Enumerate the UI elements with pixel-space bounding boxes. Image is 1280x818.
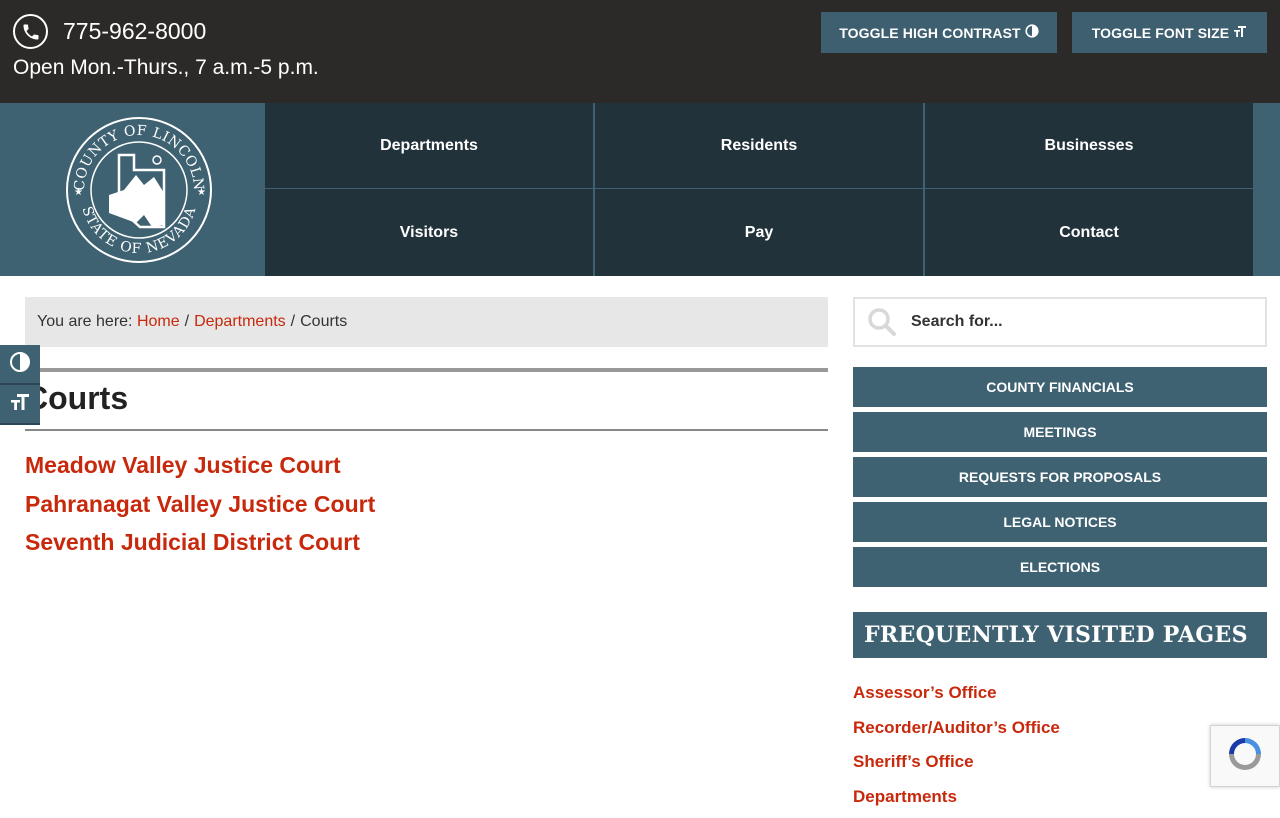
county-financials-button[interactable]: COUNTY FINANCIALS <box>853 367 1267 407</box>
contrast-icon <box>9 351 31 378</box>
fv-link-departments[interactable]: Departments <box>853 784 1060 818</box>
toggle-high-contrast-label: TOGGLE HIGH CONTRAST <box>839 25 1020 41</box>
court-link-pahranagat-valley[interactable]: Pahranagat Valley Justice Court <box>25 489 375 528</box>
nav-item-departments[interactable]: Departments <box>265 103 595 189</box>
court-link-seventh-judicial[interactable]: Seventh Judicial District Court <box>25 527 375 566</box>
recaptcha-badge[interactable] <box>1210 725 1280 787</box>
toggle-font-size-label: TOGGLE FONT SIZE <box>1092 25 1229 41</box>
title-divider-top <box>25 368 828 372</box>
search-input[interactable] <box>911 313 1241 331</box>
side-contrast-toggle[interactable] <box>0 345 40 385</box>
nav-item-contact[interactable]: Contact <box>925 189 1253 276</box>
nav-item-businesses[interactable]: Businesses <box>925 103 1253 189</box>
county-seal-logo[interactable]: COUNTY OF LINCOLN STATE OF NEVADA ★ ★ <box>64 115 214 265</box>
top-bar: 775-962-8000 Open Mon.-Thurs., 7 a.m.-5 … <box>0 0 1280 103</box>
svg-text:★: ★ <box>197 187 206 198</box>
frequently-visited-heading: FREQUENTLY VISITED PAGES <box>853 612 1267 658</box>
side-font-size-toggle[interactable] <box>0 385 40 425</box>
toggle-font-size-button[interactable]: TOGGLE FONT SIZE <box>1072 12 1267 53</box>
svg-text:★: ★ <box>74 187 83 198</box>
page-title: Courts <box>25 380 128 417</box>
court-list: Meadow Valley Justice Court Pahranagat V… <box>25 450 375 566</box>
breadcrumb-prefix: You are here: <box>37 313 132 331</box>
title-divider-bottom <box>25 429 828 431</box>
breadcrumb-home-link[interactable]: Home <box>137 313 180 331</box>
search-box <box>853 297 1267 347</box>
site-header: COUNTY OF LINCOLN STATE OF NEVADA ★ ★ De… <box>0 103 1280 276</box>
meetings-button[interactable]: MEETINGS <box>853 412 1267 452</box>
frequently-visited-list: Assessor’s Office Recorder/Auditor’s Off… <box>853 680 1060 818</box>
breadcrumb: You are here: Home / Departments / Court… <box>25 297 828 347</box>
font-size-icon <box>1233 24 1247 41</box>
breadcrumb-current: Courts <box>300 313 347 331</box>
breadcrumb-departments-link[interactable]: Departments <box>194 313 286 331</box>
court-link-meadow-valley[interactable]: Meadow Valley Justice Court <box>25 450 375 489</box>
phone-icon <box>13 14 48 49</box>
recaptcha-icon <box>1223 732 1267 781</box>
legal-notices-button[interactable]: LEGAL NOTICES <box>853 502 1267 542</box>
nav-item-pay[interactable]: Pay <box>595 189 925 276</box>
nav-item-visitors[interactable]: Visitors <box>265 189 595 276</box>
requests-for-proposals-button[interactable]: REQUESTS FOR PROPOSALS <box>853 457 1267 497</box>
breadcrumb-separator: / <box>291 313 295 331</box>
search-icon <box>867 307 897 337</box>
nav-item-residents[interactable]: Residents <box>595 103 925 189</box>
office-hours: Open Mon.-Thurs., 7 a.m.-5 p.m. <box>13 56 319 80</box>
fv-link-recorder-auditor[interactable]: Recorder/Auditor’s Office <box>853 715 1060 750</box>
phone-row[interactable]: 775-962-8000 <box>13 14 206 49</box>
elections-button[interactable]: ELECTIONS <box>853 547 1267 587</box>
fv-link-sheriff[interactable]: Sheriff’s Office <box>853 749 1060 784</box>
contrast-icon <box>1025 24 1039 41</box>
main-nav: Departments Residents Businesses Visitor… <box>265 103 1253 276</box>
breadcrumb-separator: / <box>185 313 189 331</box>
fv-link-assessor[interactable]: Assessor’s Office <box>853 680 1060 715</box>
toggle-high-contrast-button[interactable]: TOGGLE HIGH CONTRAST <box>821 12 1057 53</box>
phone-number[interactable]: 775-962-8000 <box>63 18 206 45</box>
accessibility-tools <box>0 345 40 425</box>
font-size-icon <box>9 391 31 418</box>
